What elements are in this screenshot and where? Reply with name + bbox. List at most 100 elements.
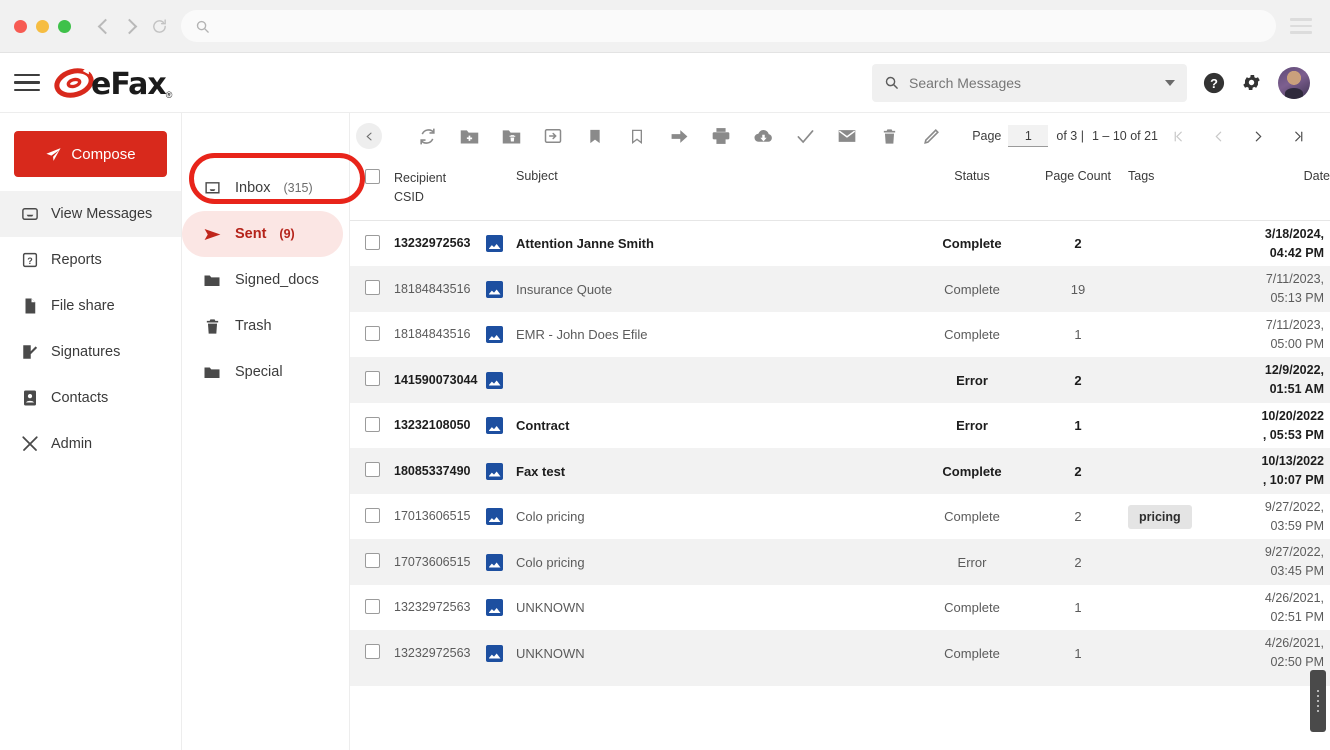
bookmark-outline-button[interactable]	[616, 119, 658, 153]
folder-item-sent[interactable]: Sent (9)	[182, 211, 343, 257]
thumbnail-cell[interactable]	[486, 494, 516, 540]
thumbnail-cell[interactable]	[486, 448, 516, 494]
thumbnail-cell[interactable]	[486, 585, 516, 631]
subject-cell[interactable]: UNKNOWN	[516, 630, 916, 676]
browser-address-bar[interactable]	[181, 10, 1276, 42]
thumbnail-cell[interactable]	[486, 220, 516, 266]
mark-done-button[interactable]	[784, 119, 826, 153]
row-select-cell[interactable]	[350, 403, 394, 449]
select-all-checkbox[interactable]	[365, 169, 380, 184]
subject-cell[interactable]: EMR - John Does Efile	[516, 312, 916, 358]
download-button[interactable]	[742, 119, 784, 153]
mark-as-read-button[interactable]	[826, 119, 868, 153]
user-avatar[interactable]	[1278, 67, 1310, 99]
row-checkbox[interactable]	[365, 371, 380, 386]
fax-thumbnail-icon[interactable]	[486, 326, 503, 343]
minimize-window-button[interactable]	[36, 20, 49, 33]
settings-button[interactable]	[1241, 72, 1262, 93]
fax-thumbnail-icon[interactable]	[486, 372, 503, 389]
print-button[interactable]	[700, 119, 742, 153]
column-status[interactable]: Status	[916, 159, 1028, 220]
thumbnail-cell[interactable]	[486, 357, 516, 403]
tags-cell[interactable]	[1128, 585, 1238, 631]
row-select-cell[interactable]	[350, 448, 394, 494]
row-checkbox[interactable]	[365, 508, 380, 523]
edit-button[interactable]	[910, 119, 952, 153]
first-page-button[interactable]	[1158, 130, 1198, 143]
table-row[interactable]: 141590073044Error212/9/2022,01:51 AM	[350, 357, 1330, 403]
subject-cell[interactable]	[516, 357, 916, 403]
folder-item-inbox[interactable]: Inbox (315)	[182, 165, 343, 211]
row-checkbox[interactable]	[365, 326, 380, 341]
sidebar-item-signatures[interactable]: Signatures	[0, 329, 181, 375]
close-window-button[interactable]	[14, 20, 27, 33]
search-input[interactable]	[909, 75, 1155, 91]
thumbnail-cell[interactable]	[486, 403, 516, 449]
table-row[interactable]: 17013606515Colo pricingComplete2pricing9…	[350, 494, 1330, 540]
delete-folder-button[interactable]	[490, 119, 532, 153]
thumbnail-cell[interactable]	[486, 539, 516, 585]
fax-thumbnail-icon[interactable]	[486, 235, 503, 252]
row-select-cell[interactable]	[350, 266, 394, 312]
subject-cell[interactable]: Colo pricing	[516, 494, 916, 540]
table-row[interactable]: 13232108050ContractError110/20/2022, 05:…	[350, 403, 1330, 449]
fax-thumbnail-icon[interactable]	[486, 554, 503, 571]
folder-item-trash[interactable]: Trash	[182, 303, 343, 349]
new-folder-button[interactable]	[448, 119, 490, 153]
tags-cell[interactable]	[1128, 266, 1238, 312]
subject-cell[interactable]: Attention Janne Smith	[516, 220, 916, 266]
column-recipient-csid[interactable]: Recipient CSID	[394, 159, 486, 220]
table-row[interactable]: 18085337490Fax testComplete210/13/2022, …	[350, 448, 1330, 494]
column-page-count[interactable]: Page Count	[1028, 159, 1128, 220]
subject-cell[interactable]: Fax test	[516, 448, 916, 494]
row-checkbox[interactable]	[365, 417, 380, 432]
table-row[interactable]: 18184843516EMR - John Does EfileComplete…	[350, 312, 1330, 358]
select-all-header[interactable]	[350, 159, 394, 220]
fax-thumbnail-icon[interactable]	[486, 645, 503, 662]
row-checkbox[interactable]	[365, 644, 380, 659]
compose-button[interactable]: Compose	[14, 131, 167, 177]
search-messages-box[interactable]	[872, 64, 1187, 102]
table-row[interactable]: 13232972563UNKNOWNComplete14/26/2021,02:…	[350, 630, 1330, 676]
table-row[interactable]: 18184843516Insurance QuoteComplete197/11…	[350, 266, 1330, 312]
subject-cell[interactable]: Contract	[516, 403, 916, 449]
thumbnail-cell[interactable]	[486, 266, 516, 312]
tag-pill[interactable]: pricing	[1128, 505, 1192, 529]
browser-reload-button[interactable]	[145, 12, 173, 40]
fax-thumbnail-icon[interactable]	[486, 281, 503, 298]
subject-cell[interactable]: UNKNOWN	[516, 585, 916, 631]
row-select-cell[interactable]	[350, 585, 394, 631]
fax-thumbnail-icon[interactable]	[486, 463, 503, 480]
row-checkbox[interactable]	[365, 235, 380, 250]
forward-button[interactable]	[658, 119, 700, 153]
sidebar-item-file-share[interactable]: File share	[0, 283, 181, 329]
thumbnail-cell[interactable]	[486, 630, 516, 676]
folder-item-signed-docs[interactable]: Signed_docs	[182, 257, 343, 303]
row-checkbox[interactable]	[365, 462, 380, 477]
table-row[interactable]: 13232972563Attention Janne SmithComplete…	[350, 220, 1330, 266]
thumbnail-cell[interactable]	[486, 312, 516, 358]
row-select-cell[interactable]	[350, 630, 394, 676]
subject-cell[interactable]: Insurance Quote	[516, 266, 916, 312]
table-row[interactable]: 17073606515Colo pricingError29/27/2022,0…	[350, 539, 1330, 585]
last-page-button[interactable]	[1278, 130, 1318, 143]
move-to-folder-button[interactable]	[532, 119, 574, 153]
column-tags[interactable]: Tags	[1128, 159, 1238, 220]
row-select-cell[interactable]	[350, 312, 394, 358]
chevron-down-icon[interactable]	[1165, 80, 1175, 86]
folder-item-special[interactable]: Special	[182, 349, 343, 395]
row-select-cell[interactable]	[350, 357, 394, 403]
prev-page-button[interactable]	[1198, 130, 1238, 143]
table-row[interactable]: 13232972563UNKNOWNComplete14/26/2021,02:…	[350, 585, 1330, 631]
bookmark-filled-button[interactable]	[574, 119, 616, 153]
tags-cell[interactable]: pricing	[1128, 494, 1238, 540]
fax-thumbnail-icon[interactable]	[486, 417, 503, 434]
collapse-pane-button[interactable]	[356, 123, 382, 149]
browser-back-button[interactable]	[89, 12, 117, 40]
tags-cell[interactable]	[1128, 312, 1238, 358]
row-select-cell[interactable]	[350, 494, 394, 540]
column-subject[interactable]: Subject	[516, 159, 916, 220]
browser-forward-button[interactable]	[117, 12, 145, 40]
refresh-button[interactable]	[406, 119, 448, 153]
app-menu-toggle-button[interactable]	[14, 74, 40, 91]
